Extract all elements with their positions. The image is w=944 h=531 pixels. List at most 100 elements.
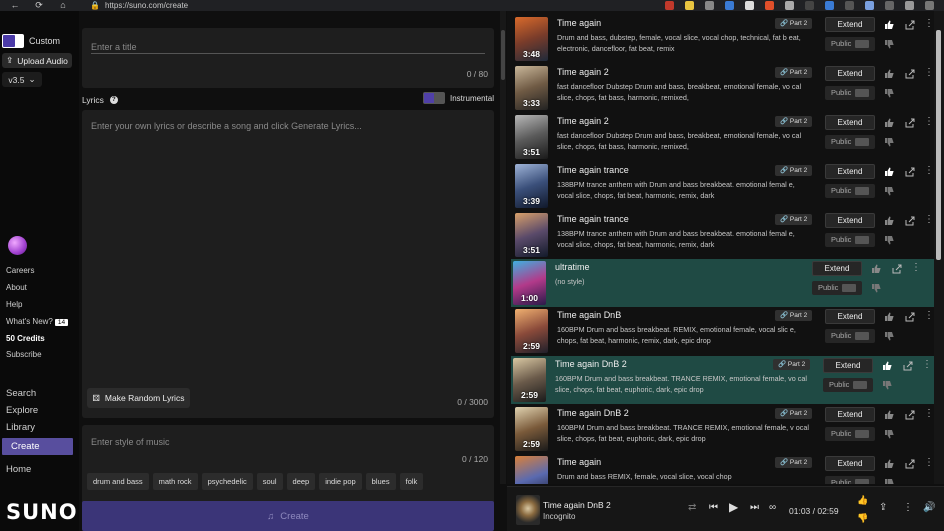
share-icon[interactable] [905, 216, 915, 226]
style-tag[interactable]: folk [399, 473, 424, 490]
part-badge[interactable]: 🔗 Part 2 [775, 457, 813, 468]
player-cover-art[interactable] [516, 495, 540, 525]
song-row[interactable]: 2:59 Time again DnB 160BPM Drum and bass… [513, 307, 934, 355]
previous-icon[interactable]: ⏮ [709, 502, 718, 513]
song-title[interactable]: Time again trance [557, 165, 629, 175]
extend-button[interactable]: Extend [825, 164, 875, 179]
song-row[interactable]: 2:59 Time again DnB 2 160BPM Drum and ba… [513, 405, 934, 453]
dislike-icon[interactable]: 👎 [857, 513, 868, 524]
toggle-switch[interactable] [422, 92, 445, 104]
share-icon[interactable] [905, 20, 915, 30]
toggle-switch[interactable] [2, 34, 24, 48]
back-icon[interactable]: ← [6, 0, 24, 11]
song-cover-art[interactable]: 3:39 [515, 164, 548, 208]
song-cover-art[interactable]: 1:00 [513, 261, 546, 305]
more-options-icon[interactable]: ⋮ [924, 117, 934, 129]
extension-icon[interactable] [765, 1, 774, 10]
song-title[interactable]: ultratime [555, 262, 590, 272]
extension-icon[interactable] [825, 1, 834, 10]
public-toggle[interactable]: Public [825, 233, 875, 247]
part-badge[interactable]: 🔗 Part 2 [775, 18, 813, 29]
public-toggle[interactable]: Public [823, 378, 873, 392]
help-link[interactable]: Help [6, 300, 22, 309]
lyrics-textarea[interactable]: Enter your own lyrics or describe a song… [82, 110, 494, 418]
song-title[interactable]: Time again trance [557, 214, 629, 224]
extension-icon[interactable] [805, 1, 814, 10]
like-icon[interactable] [884, 459, 894, 469]
extension-icon[interactable] [665, 1, 674, 10]
dislike-icon[interactable] [884, 186, 894, 196]
extend-button[interactable]: Extend [825, 456, 875, 471]
dislike-icon[interactable] [884, 478, 894, 484]
like-icon[interactable] [871, 264, 881, 274]
like-icon[interactable] [884, 216, 894, 226]
more-options-icon[interactable]: ⋮ [922, 360, 932, 372]
make-random-lyrics-button[interactable]: ⚄ Make Random Lyrics [87, 388, 190, 408]
suno-logo[interactable]: SUNO [6, 500, 78, 524]
more-options-icon[interactable]: ⋮ [924, 166, 934, 178]
style-tag[interactable]: indie pop [319, 473, 362, 490]
extension-icon[interactable] [705, 1, 714, 10]
about-link[interactable]: About [6, 283, 27, 292]
public-toggle[interactable]: Public [825, 37, 875, 51]
style-input[interactable]: Enter style of music [91, 437, 170, 447]
public-toggle[interactable]: Public [825, 86, 875, 100]
more-options-icon[interactable]: ⋮ [924, 409, 934, 421]
instrumental-toggle[interactable]: Instrumental [422, 92, 494, 104]
reload-icon[interactable]: ⟳ [30, 0, 48, 11]
song-row[interactable]: 3:48 Time again Drum and bass, dubstep, … [513, 15, 934, 63]
song-cover-art[interactable]: 3:51 [515, 213, 548, 257]
extend-button[interactable]: Extend [825, 309, 875, 324]
part-badge[interactable]: 🔗 Part 2 [773, 359, 811, 370]
song-row[interactable]: 2:59 Time again DnB 2 160BPM Drum and ba… [511, 356, 935, 404]
extend-button[interactable]: Extend [812, 261, 862, 276]
help-icon[interactable]: ? [109, 96, 118, 104]
style-tag[interactable]: soul [256, 473, 283, 490]
style-tag[interactable]: psychedelic [201, 473, 253, 490]
public-toggle[interactable]: Public [825, 184, 875, 198]
extension-icon[interactable] [905, 1, 914, 10]
style-tag[interactable]: deep [286, 473, 316, 490]
share-icon[interactable] [905, 69, 915, 79]
share-icon[interactable] [905, 410, 915, 420]
part-badge[interactable]: 🔗 Part 2 [775, 165, 813, 176]
loop-icon[interactable]: ∞ [769, 502, 776, 513]
extension-icon[interactable] [785, 1, 794, 10]
song-row[interactable]: 3:39 Time again trance 138BPM trance ant… [513, 162, 934, 210]
share-icon[interactable] [903, 361, 913, 371]
more-options-icon[interactable]: ⋮ [924, 215, 934, 227]
more-options-icon[interactable]: ⋮ [924, 19, 934, 31]
song-cover-art[interactable] [515, 456, 548, 484]
list-scrollbar-thumb[interactable] [936, 30, 941, 260]
create-button[interactable]: ♫ Create [82, 501, 494, 531]
player-artist[interactable]: Incognito [543, 512, 575, 521]
share-icon[interactable] [905, 118, 915, 128]
nav-search[interactable]: Search [6, 388, 36, 399]
public-toggle[interactable]: Public [825, 427, 875, 441]
extend-button[interactable]: Extend [825, 17, 875, 32]
public-toggle[interactable]: Public [825, 329, 875, 343]
song-title[interactable]: Time again 2 [557, 116, 609, 126]
part-badge[interactable]: 🔗 Part 2 [775, 310, 813, 321]
extend-button[interactable]: Extend [825, 407, 875, 422]
dislike-icon[interactable] [884, 429, 894, 439]
more-options-icon[interactable]: ⋮ [911, 263, 921, 275]
more-options-icon[interactable]: ⋮ [924, 311, 934, 323]
more-options-icon[interactable]: ⋮ [903, 502, 913, 513]
home-icon[interactable]: ⌂ [54, 0, 72, 11]
share-icon[interactable] [905, 312, 915, 322]
style-tag[interactable]: drum and bass [87, 473, 149, 490]
song-title[interactable]: Time again DnB 2 [555, 359, 627, 369]
song-row[interactable]: 1:00 ultratime (no style) Extend Public … [511, 259, 935, 307]
dislike-icon[interactable] [882, 380, 892, 390]
like-icon[interactable]: 👍 [857, 495, 868, 506]
model-version-select[interactable]: v3.5 ⌄ [2, 72, 42, 87]
style-tag[interactable]: blues [365, 473, 396, 490]
song-cover-art[interactable]: 3:51 [515, 115, 548, 159]
subscribe-link[interactable]: Subscribe [6, 350, 42, 359]
careers-link[interactable]: Careers [6, 266, 34, 275]
share-icon[interactable]: ⇪ [879, 502, 887, 513]
upload-audio-button[interactable]: ⇪ Upload Audio [2, 53, 72, 68]
nav-explore[interactable]: Explore [6, 405, 38, 416]
public-toggle[interactable]: Public [825, 476, 875, 484]
